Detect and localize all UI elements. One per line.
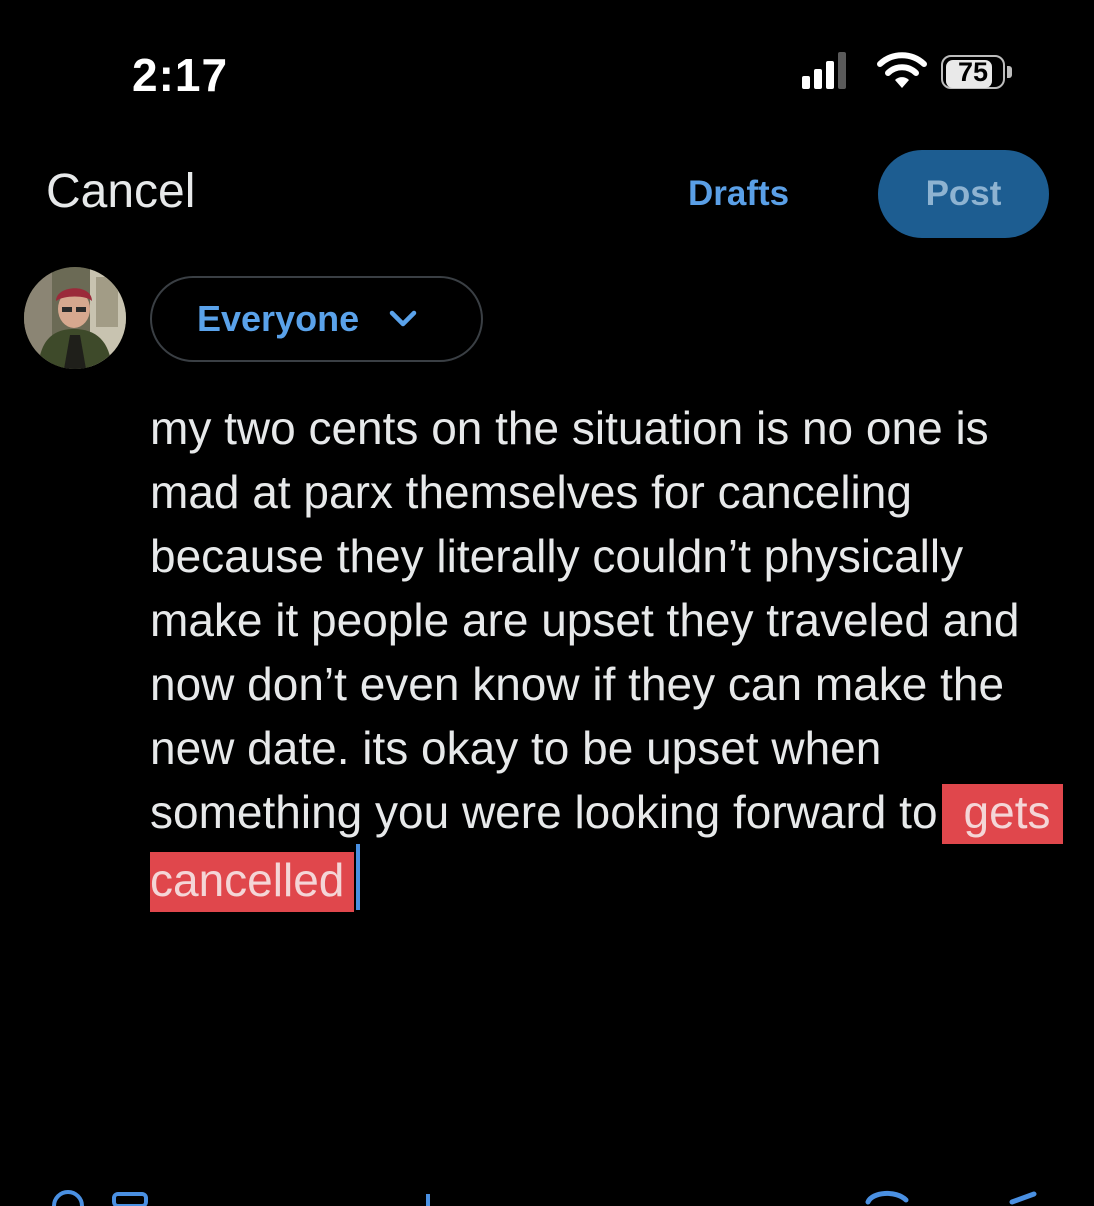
- audience-selector-button[interactable]: Everyone: [150, 276, 483, 362]
- bottom-toolbar: [0, 1170, 1094, 1206]
- compose-textarea[interactable]: my two cents on the situation is no one …: [150, 396, 1064, 912]
- compose-typed-text: my two cents on the situation is no one …: [150, 402, 1033, 838]
- avatar[interactable]: [24, 267, 126, 369]
- battery-nub: [1007, 66, 1012, 78]
- image-icon[interactable]: [48, 1186, 88, 1206]
- battery-level: 75: [957, 57, 989, 87]
- cancel-button[interactable]: Cancel: [46, 164, 195, 219]
- text-cursor: [356, 844, 361, 910]
- post-button[interactable]: Post: [878, 150, 1049, 238]
- redo-icon[interactable]: [1004, 1186, 1044, 1206]
- location-icon[interactable]: [418, 1186, 438, 1206]
- chevron-down-icon: [389, 310, 417, 327]
- signal-icon: [802, 52, 846, 89]
- avatar-image: [24, 267, 126, 369]
- audience-label: Everyone: [197, 298, 360, 339]
- undo-icon[interactable]: [862, 1186, 912, 1206]
- gif-icon[interactable]: [110, 1186, 150, 1206]
- wifi-icon: [877, 52, 927, 88]
- status-time: 2:17: [132, 49, 229, 101]
- drafts-button[interactable]: Drafts: [688, 174, 789, 214]
- status-bar: 2:17 75: [0, 0, 1094, 150]
- battery-icon: 75: [941, 55, 1017, 91]
